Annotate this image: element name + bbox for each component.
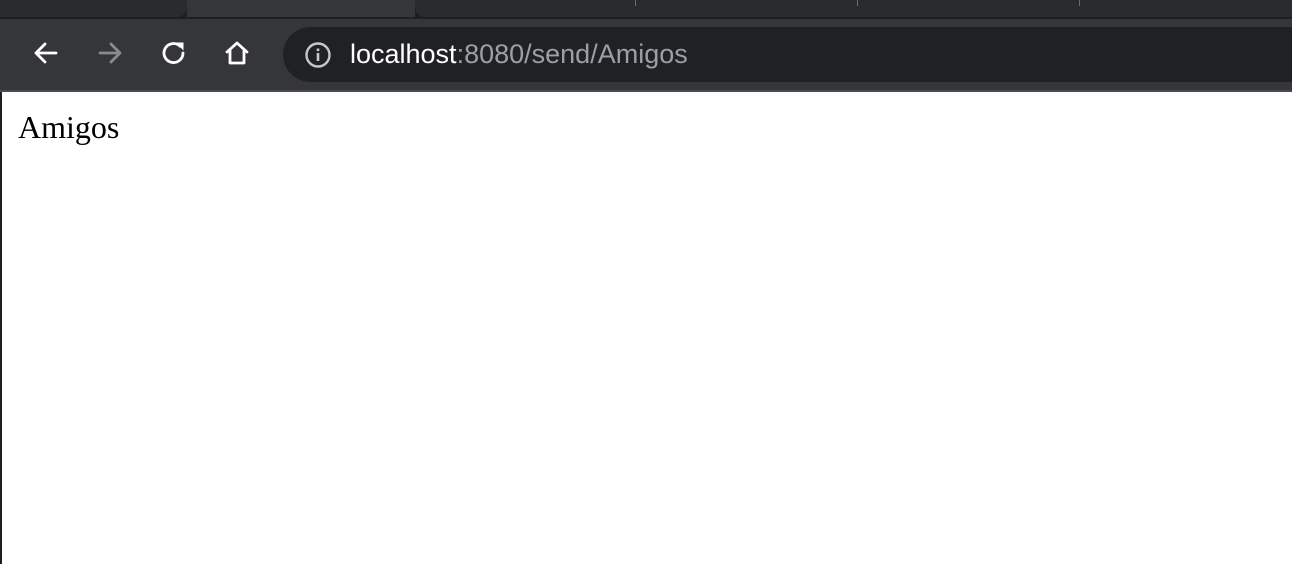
back-button[interactable]	[26, 33, 66, 73]
arrow-left-icon	[34, 42, 58, 64]
tab-separator	[635, 0, 636, 6]
forward-button[interactable]	[90, 33, 130, 73]
tab[interactable]	[1079, 0, 1292, 17]
page-body-text: Amigos	[18, 109, 120, 145]
tab-strip	[0, 0, 1292, 19]
arrow-right-icon	[98, 42, 122, 64]
home-button[interactable]	[217, 33, 257, 73]
url-text[interactable]: localhost:8080/send/Amigos	[350, 38, 688, 70]
browser-window: localhost:8080/send/Amigos Amigos	[0, 0, 1292, 564]
page-content: Amigos	[0, 92, 1292, 564]
reload-button[interactable]	[154, 33, 194, 73]
tab-separator	[857, 0, 858, 6]
url-path: :8080/send/Amigos	[456, 39, 688, 69]
home-icon	[225, 41, 249, 65]
url-host: localhost	[350, 39, 457, 69]
tab-separator	[1079, 0, 1080, 6]
info-icon[interactable]	[303, 40, 333, 70]
tab[interactable]	[857, 0, 1079, 17]
tab[interactable]	[0, 0, 187, 17]
tab[interactable]	[415, 0, 636, 17]
tab-active[interactable]	[187, 0, 415, 17]
tab[interactable]	[636, 0, 857, 17]
browser-toolbar: localhost:8080/send/Amigos	[0, 19, 1292, 90]
reload-icon	[162, 42, 185, 64]
address-bar[interactable]: localhost:8080/send/Amigos	[283, 27, 1292, 82]
